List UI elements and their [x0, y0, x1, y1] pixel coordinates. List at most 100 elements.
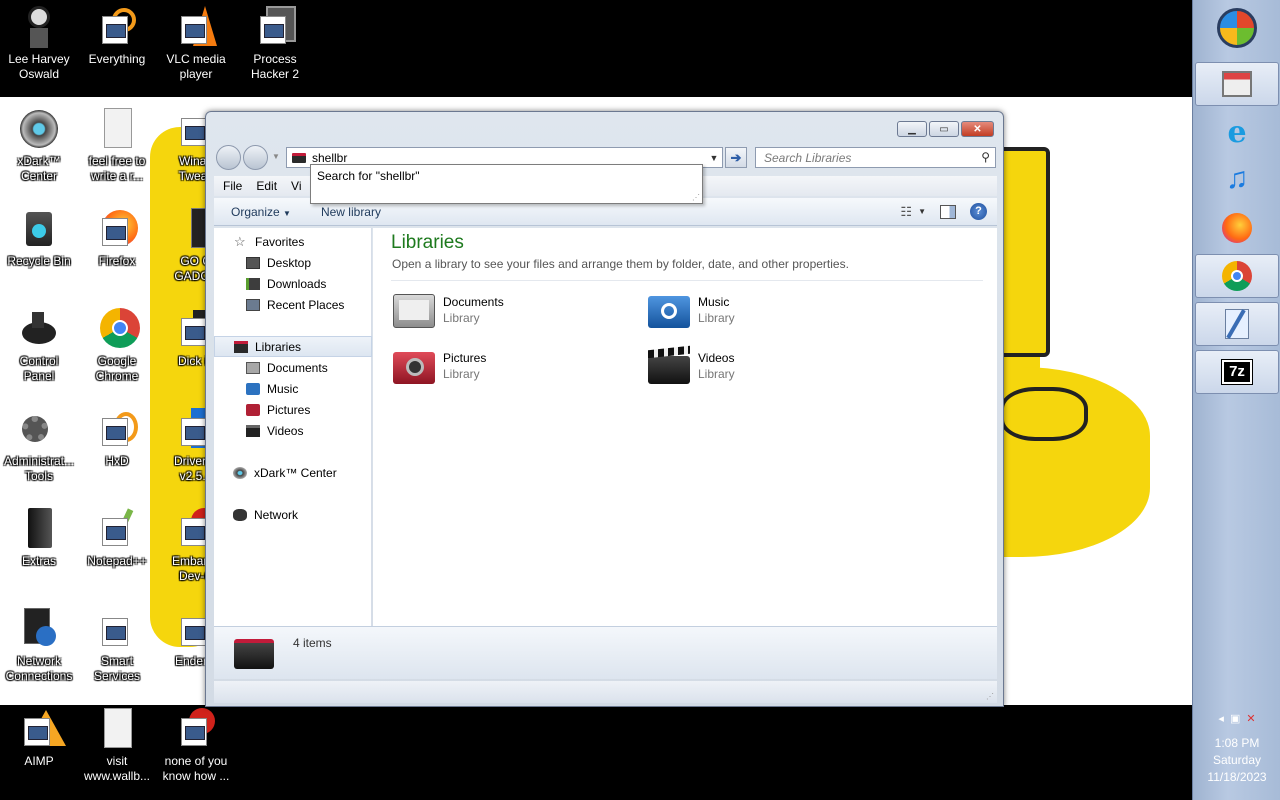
nav-favorites[interactable]: ☆ Favorites	[214, 231, 372, 252]
desktop-icon-visit-wallbase[interactable]: visit www.wallb...	[78, 708, 156, 784]
library-name: Videos	[698, 351, 735, 365]
internet-explorer-icon: e	[1227, 114, 1247, 150]
taskbar-item-7zip[interactable]: 7z	[1195, 350, 1279, 394]
desktop-icon-hxd[interactable]: HxD	[78, 408, 156, 469]
maximize-button[interactable]: ▭	[929, 121, 959, 137]
desktop-icon-administrative-tools[interactable]: Administrat... Tools	[0, 408, 78, 484]
start-orb-button[interactable]	[1195, 6, 1279, 50]
search-icon[interactable]: ⚲	[981, 150, 990, 164]
library-type: Library	[443, 311, 480, 325]
desktop-icon-notepad-plus-plus[interactable]: Notepad++	[78, 508, 156, 569]
nav-pictures[interactable]: Pictures	[214, 399, 372, 420]
taskbar-item-notepad[interactable]	[1195, 302, 1279, 346]
nav-recent-places[interactable]: Recent Places	[214, 294, 372, 315]
page-subtitle: Open a library to see your files and arr…	[392, 257, 849, 271]
tray-expand-icon[interactable]: ◂	[1218, 712, 1224, 725]
preview-pane-button[interactable]	[940, 204, 956, 219]
go-button[interactable]: ➔	[725, 147, 747, 168]
library-music[interactable]: Music Library	[646, 290, 735, 330]
desktop-icon	[246, 256, 260, 269]
forward-button[interactable]	[243, 145, 268, 170]
desktop-icon-recycle-bin[interactable]: Recycle Bin	[0, 208, 78, 269]
chrome-icon	[1222, 261, 1252, 291]
nav-documents-label: Documents	[267, 360, 328, 375]
back-button[interactable]	[216, 145, 241, 170]
desktop-icon-lee-harvey-oswald[interactable]: Lee Harvey Oswald	[0, 6, 78, 82]
library-name: Pictures	[443, 351, 487, 365]
desktop-icon-control-panel[interactable]: Control Panel	[0, 308, 78, 384]
nav-desktop[interactable]: Desktop	[214, 252, 372, 273]
nav-downloads[interactable]: Downloads	[214, 273, 372, 294]
desktop-icon-smart-services[interactable]: Smart Services	[78, 608, 156, 684]
nav-downloads-label: Downloads	[267, 276, 327, 291]
taskbar-item-internet-explorer[interactable]: e	[1195, 110, 1279, 154]
network-icon	[233, 508, 247, 521]
resize-grip-icon[interactable]: ⋰	[692, 193, 700, 202]
library-pictures[interactable]: Pictures Library	[391, 346, 486, 386]
taskbar-item-store[interactable]	[1195, 62, 1279, 106]
library-videos[interactable]: Videos Library	[646, 345, 735, 386]
address-input[interactable]: shellbr	[312, 151, 706, 165]
firefox-icon	[1222, 213, 1252, 243]
folder-icon	[18, 508, 60, 550]
nav-libraries-label: Libraries	[255, 339, 302, 354]
nav-documents[interactable]: Documents	[214, 357, 372, 378]
content-pane: Libraries Open a library to see your fil…	[373, 228, 997, 626]
nav-videos[interactable]: Videos	[214, 420, 372, 441]
nav-favorites-label: Favorites	[255, 234, 305, 249]
desktop-icon-vlc[interactable]: VLC media player	[157, 6, 235, 82]
xdark-icon	[18, 108, 60, 150]
taskbar-item-music[interactable]: ♫	[1195, 157, 1279, 201]
library-documents[interactable]: Documents Library	[391, 290, 504, 330]
desktop-icon-firefox[interactable]: Firefox	[78, 208, 156, 269]
status-bar: ⋰	[214, 681, 997, 703]
documents-library-icon	[391, 290, 437, 330]
taskbar-item-chrome[interactable]	[1195, 254, 1279, 298]
nav-xdark-center[interactable]: xDark™ Center	[214, 462, 372, 483]
recent-places-icon	[246, 298, 260, 311]
clock-date[interactable]: 11/18/2023	[1193, 769, 1280, 786]
address-dropdown-icon[interactable]: ▼	[706, 153, 722, 163]
close-icon: ✕	[973, 123, 982, 135]
maximize-icon: ▭	[939, 123, 949, 135]
change-view-button[interactable]: ☷ ▼	[900, 204, 926, 220]
desktop-icon-process-hacker[interactable]: Process Hacker 2	[236, 6, 314, 82]
nav-desktop-label: Desktop	[267, 255, 312, 270]
desktop-icon-network-connections[interactable]: Network Connections	[0, 608, 78, 684]
clock-time[interactable]: 1:08 PM	[1193, 735, 1280, 752]
help-icon[interactable]: ?	[970, 203, 987, 220]
nav-libraries[interactable]: Libraries	[214, 336, 372, 357]
network-status-icon[interactable]: ▣	[1230, 712, 1240, 725]
desktop-icon-aimp[interactable]: AIMP	[0, 708, 78, 769]
videos-library-icon	[646, 345, 692, 386]
library-type: Library	[698, 367, 735, 381]
organize-button[interactable]: Organize ▼	[231, 205, 291, 219]
recent-pages-chevron-icon[interactable]: ▼	[272, 152, 280, 161]
volume-muted-icon[interactable]: ✕	[1246, 712, 1255, 725]
desktop-icon-xdark-center[interactable]: xDark™ Center	[0, 108, 78, 184]
desktop-icon-none-of-you[interactable]: none of you know how ...	[157, 708, 235, 784]
desktop-icon-google-chrome[interactable]: Google Chrome	[78, 308, 156, 384]
documents-icon	[246, 361, 260, 374]
search-box[interactable]: Search Libraries ⚲	[755, 147, 996, 168]
new-library-button[interactable]: New library	[321, 205, 381, 219]
taskbar-item-firefox[interactable]	[1195, 206, 1279, 250]
recycle-bin-icon	[18, 208, 60, 250]
resize-grip-icon[interactable]: ⋰	[986, 692, 994, 701]
menu-file[interactable]: File	[223, 179, 242, 193]
minimize-button[interactable]: ▁	[897, 121, 927, 137]
clock-day[interactable]: Saturday	[1193, 752, 1280, 769]
everything-app-icon	[96, 6, 138, 48]
desktop-icon-text-file[interactable]: feel free to write a r...	[78, 108, 156, 184]
search-suggestion-item[interactable]: Search for "shellbr"	[317, 169, 420, 183]
nav-music[interactable]: Music	[214, 378, 372, 399]
music-note-icon: ♫	[1225, 162, 1249, 195]
desktop-icon-extras[interactable]: Extras	[0, 508, 78, 569]
explorer-window: ▁ ▭ ✕ ▼ shellbr ▼ ➔ Search Libraries ⚲ S…	[205, 111, 1004, 707]
nav-network[interactable]: Network	[214, 504, 372, 525]
menu-edit[interactable]: Edit	[256, 179, 277, 193]
close-button[interactable]: ✕	[961, 121, 994, 137]
gears-icon	[18, 408, 60, 450]
desktop-icon-everything[interactable]: Everything	[78, 6, 156, 67]
menu-view[interactable]: Vi	[291, 179, 301, 193]
